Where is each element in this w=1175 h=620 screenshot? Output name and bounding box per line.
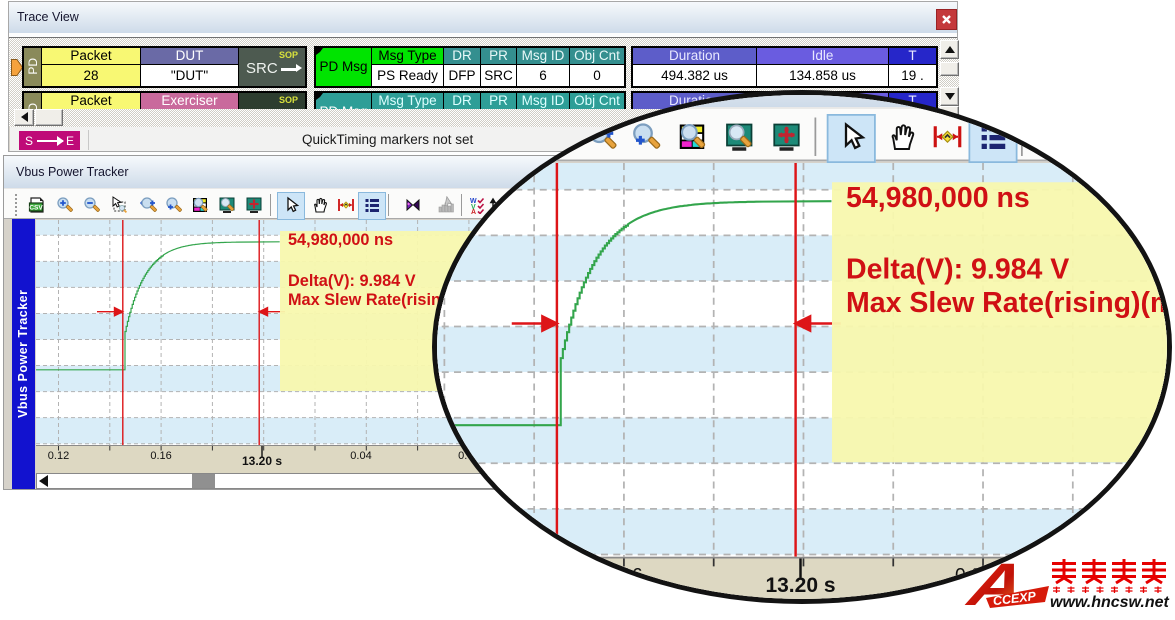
- svg-text:A: A: [961, 552, 1030, 619]
- svg-text:V: V: [1166, 133, 1172, 147]
- svg-text:A: A: [1166, 142, 1172, 153]
- svg-text:www.hncsw.net: www.hncsw.net: [1050, 594, 1170, 611]
- svg-text:CSV: CSV: [29, 205, 43, 212]
